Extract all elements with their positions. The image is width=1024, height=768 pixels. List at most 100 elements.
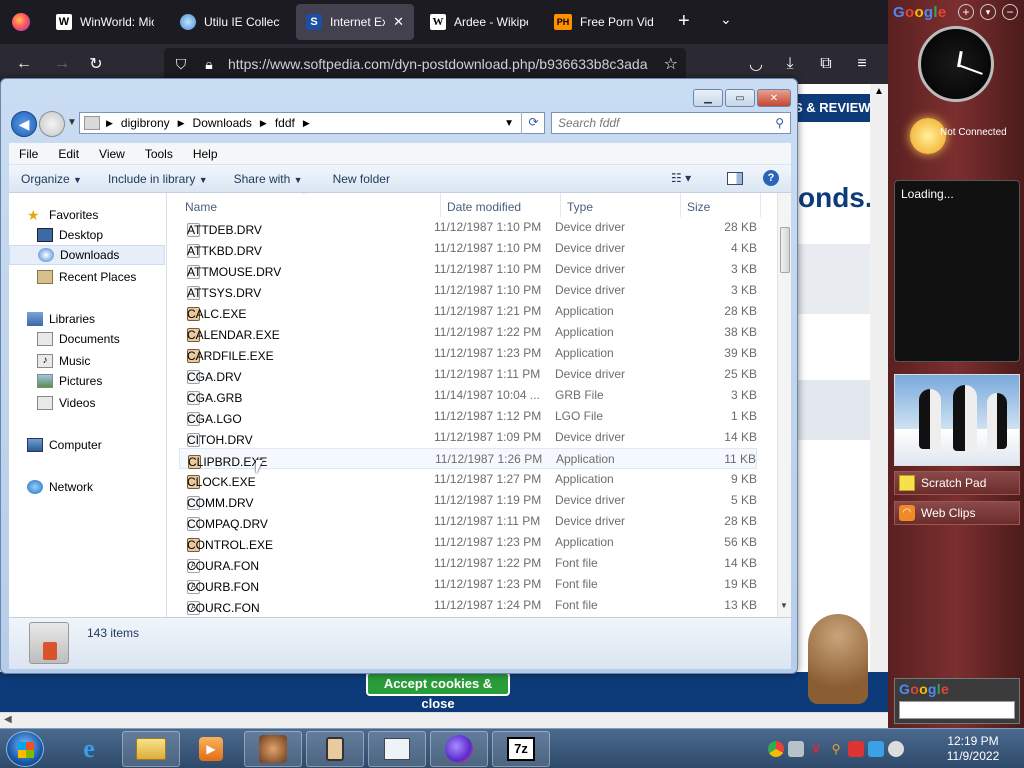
reload-icon[interactable]: ↻ [84,52,108,76]
file-row[interactable]: CGA.DRV 11/12/1987 1:11 PM Device driver 25… [179,364,757,385]
file-row[interactable]: CITOH.DRV 11/12/1987 1:09 PM Device driver… [179,427,757,448]
breadcrumb-separator-icon[interactable]: ▶ [106,118,113,129]
nav-libraries[interactable]: Libraries [27,309,167,329]
file-list-scrollbar[interactable]: ▼ [777,193,791,617]
search-icon[interactable]: ⚲ [775,113,784,133]
web-clips-gadget[interactable]: ◠ Web Clips [894,501,1020,525]
address-dropdown-icon[interactable]: ▼ [504,118,514,129]
page-scrollbar[interactable]: ▲ ▼ [870,84,888,712]
minimize-button[interactable]: ▁ [693,89,723,107]
new-folder-button[interactable]: New folder [325,172,398,186]
address-bar[interactable]: ▶ digibrony ▶ Downloads ▶ fddf ▶ ▼ [79,112,545,134]
breadcrumb-digibrony[interactable]: digibrony [121,116,170,130]
file-row[interactable]: CONTROL.EXE 11/12/1987 1:23 PM Application… [179,532,757,553]
accept-cookies-button[interactable]: Accept cookies & close [366,672,510,711]
back-button[interactable]: ◀ [11,111,37,137]
file-row[interactable]: ATTSYS.DRV 11/12/1987 1:10 PM Device drive… [179,280,757,301]
file-row[interactable]: CLIPBRD.EXE 11/12/1987 1:26 PM Application… [179,448,757,469]
include-in-library-button[interactable]: Include in library ▼ [100,172,216,186]
new-tab-icon[interactable]: + [678,10,690,33]
tab-utilu[interactable]: Utilu IE Collecti [170,4,290,40]
recent-pages-chevron-icon[interactable]: ▼ [67,117,77,128]
nav-pictures[interactable]: Pictures [37,371,167,391]
nav-recent-places[interactable]: Recent Places [37,267,167,287]
column-date-modified[interactable]: Date modified [441,193,561,217]
gadget-menu-icon[interactable]: ▾ [980,4,996,20]
close-tab-icon[interactable]: ✕ [393,14,404,30]
tray-chrome-icon[interactable] [768,741,784,757]
nav-videos[interactable]: Videos [37,393,167,413]
file-row[interactable]: CLOCK.EXE 11/12/1987 1:27 PM Application 9 … [179,469,757,490]
file-row[interactable]: A COURC.FON 11/12/1987 1:24 PM Font file 13 … [179,595,757,616]
refresh-icon[interactable]: ⟳ [521,112,545,134]
lock-icon[interactable]: 🔒︎ [198,56,220,73]
menu-tools[interactable]: Tools [135,147,183,161]
breadcrumb-fddf[interactable]: fddf [275,116,295,130]
file-row[interactable]: CALC.EXE 11/12/1987 1:21 PM Application 28 … [179,301,757,322]
breadcrumb-downloads[interactable]: Downloads [193,116,252,130]
menu-help[interactable]: Help [183,147,228,161]
add-gadget-icon[interactable]: + [958,4,974,20]
close-button[interactable]: ✕ [757,89,791,107]
penguins-slideshow[interactable] [894,374,1020,466]
firefox-menu-icon[interactable] [12,13,30,31]
file-row[interactable]: ATTKBD.DRV 11/12/1987 1:10 PM Device drive… [179,238,757,259]
file-row[interactable]: A COURA.FON 11/12/1987 1:22 PM Font file 14 … [179,553,757,574]
taskbar-explorer[interactable] [122,731,180,767]
share-with-button[interactable]: Share with ▼ [226,172,311,186]
preview-pane-icon[interactable] [727,172,743,185]
tab-ph[interactable]: PH Free Porn Vide [544,4,664,40]
nav-network[interactable]: Network [27,477,167,497]
downloads-icon[interactable]: ⤓ [778,52,802,76]
url-text[interactable]: https://www.softpedia.com/dyn-postdownlo… [228,56,648,72]
taskbar-firefox[interactable] [430,731,488,767]
file-row[interactable]: CALENDAR.EXE 11/12/1987 1:22 PM Applicatio… [179,322,757,343]
scroll-left-icon[interactable]: ◀ [4,714,12,725]
column-type[interactable]: Type [561,193,681,217]
nav-documents[interactable]: Documents [37,329,167,349]
extensions-icon[interactable]: ⧉ [814,52,838,76]
tab-wikipedia[interactable]: W Ardee - Wikipe [420,4,538,40]
nav-favorites[interactable]: ★ Favorites [27,205,167,225]
gadget-minimize-icon[interactable]: − [1002,4,1018,20]
file-row[interactable]: COMPAQ.DRV 11/12/1987 1:11 PM Device drive… [179,511,757,532]
file-row[interactable]: CGA.GRB 11/14/1987 10:04 ... GRB File 3 KB [179,385,757,406]
breadcrumb-separator-icon[interactable]: ▶ [303,118,310,129]
nav-downloads[interactable]: Downloads [9,245,165,265]
tray-volume-icon[interactable] [888,741,904,757]
file-row[interactable]: CARDFILE.EXE 11/12/1987 1:23 PM Applicatio… [179,343,757,364]
start-button[interactable] [6,731,44,767]
menu-file[interactable]: File [9,147,48,161]
tray-monitor-icon[interactable] [868,741,884,757]
nav-desktop[interactable]: Desktop [37,225,167,245]
file-row[interactable]: ATTDEB.DRV 11/12/1987 1:10 PM Device drive… [179,217,757,238]
tab-internet-explorer[interactable]: S Internet Expl ✕ [296,4,414,40]
pocket-icon[interactable]: ◡ [744,52,768,76]
search-input[interactable]: Search fddf ⚲ [551,112,791,134]
scroll-down-icon[interactable]: ▼ [780,601,788,610]
taskbar-app[interactable] [306,731,364,767]
file-row[interactable]: COMM.DRV 11/12/1987 1:19 PM Device driver 5… [179,490,757,511]
forward-arrow-icon[interactable]: → [50,52,74,76]
taskbar-ie[interactable]: e [60,731,118,767]
maximize-button[interactable]: ▭ [725,89,755,107]
taskbar-clock[interactable]: 12:19 PM 11/9/2022 [936,734,1010,764]
page-horizontal-scrollbar[interactable]: ◀ [0,712,888,728]
view-options-icon[interactable]: ☷ ▾ [671,171,691,185]
menu-edit[interactable]: Edit [48,147,89,161]
shield-icon[interactable]: ⛉ [170,56,192,73]
nav-computer[interactable]: Computer [27,435,167,455]
google-search-input[interactable] [899,701,1015,719]
taskbar-game[interactable] [244,731,302,767]
breadcrumb-separator-icon[interactable]: ▶ [260,118,267,129]
nav-music[interactable]: ♪ Music [37,351,167,371]
tab-list-chevron-icon[interactable]: ⌄ [720,11,732,28]
taskbar-7zip[interactable]: 7z [492,731,550,767]
tray-settings-icon[interactable] [788,741,804,757]
breadcrumb-separator-icon[interactable]: ▶ [178,118,185,129]
taskbar-media-player[interactable]: ▶ [182,731,240,767]
tray-search-icon[interactable]: ⚲ [828,741,844,757]
bookmark-star-icon[interactable]: ☆ [664,54,678,74]
file-row[interactable]: ATTMOUSE.DRV 11/12/1987 1:10 PM Device dri… [179,259,757,280]
file-row[interactable]: A COURB.FON 11/12/1987 1:23 PM Font file 19 … [179,574,757,595]
